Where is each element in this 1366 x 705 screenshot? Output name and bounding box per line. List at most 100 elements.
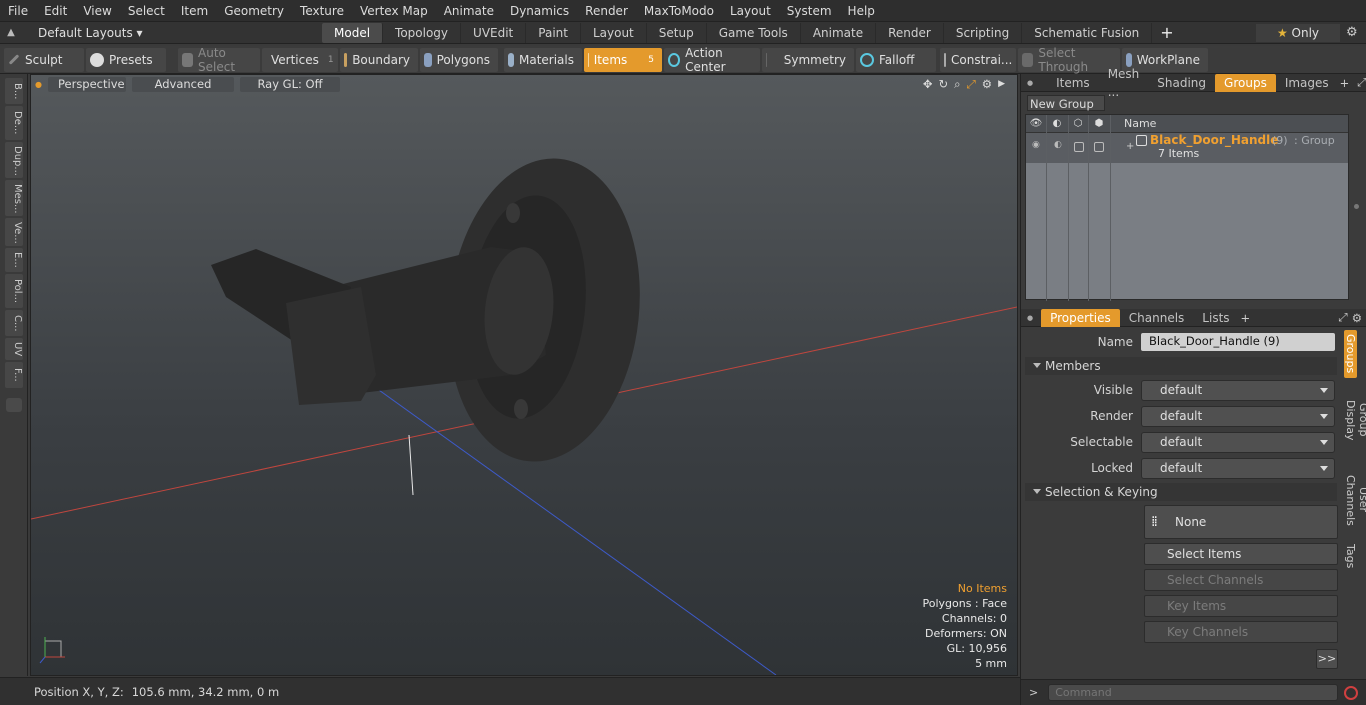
tab-schematic-fusion[interactable]: Schematic Fusion: [1022, 22, 1153, 43]
tab-layout[interactable]: Layout: [581, 22, 647, 43]
group-row[interactable]: ◉ ◐ + Black_Door_Handle (9) : Group 7 It…: [1026, 133, 1348, 163]
select-channels-button[interactable]: Select Channels: [1144, 569, 1338, 591]
none-button[interactable]: ⁞⁞ None: [1144, 505, 1338, 539]
menu-layout[interactable]: Layout: [722, 0, 779, 22]
polygons-button[interactable]: Polygons: [420, 47, 498, 72]
add-panel-tab-icon[interactable]: +: [1340, 76, 1350, 90]
visible-dropdown[interactable]: default: [1141, 379, 1335, 401]
props-gear-icon[interactable]: ⚙: [1352, 311, 1362, 325]
left-tool-deform[interactable]: De...: [5, 106, 23, 140]
list-scrollbar[interactable]: [1351, 114, 1363, 300]
default-layouts-selector[interactable]: Default Layouts ▾: [22, 26, 322, 40]
name-field[interactable]: Black_Door_Handle (9): [1141, 333, 1335, 351]
menu-dynamics[interactable]: Dynamics: [502, 0, 577, 22]
menu-animate[interactable]: Animate: [436, 0, 502, 22]
expand-panel-icon[interactable]: ⤢: [1357, 75, 1366, 90]
tab-properties[interactable]: Properties: [1041, 308, 1120, 327]
items-button[interactable]: Items 5: [584, 47, 662, 72]
tab-channels[interactable]: Channels: [1120, 309, 1194, 327]
gear-icon[interactable]: ⚙: [1346, 25, 1366, 40]
left-tool-uv[interactable]: UV: [5, 338, 23, 360]
row-checkbox[interactable]: [1074, 142, 1084, 152]
tab-setup[interactable]: Setup: [647, 22, 707, 43]
more-button[interactable]: >>: [1316, 649, 1338, 669]
side-tab-group-display[interactable]: Group Display: [1344, 380, 1366, 460]
selectable-dropdown[interactable]: default: [1141, 431, 1335, 453]
constrain-button[interactable]: Constrai...: [940, 47, 1016, 72]
add-tab-icon[interactable]: +: [1152, 23, 1181, 42]
symmetry-button[interactable]: Symmetry: [762, 47, 854, 72]
panel-menu-dot-icon[interactable]: ●: [1027, 79, 1033, 87]
tab-shading[interactable]: Shading: [1148, 74, 1215, 92]
menu-geometry[interactable]: Geometry: [216, 0, 292, 22]
menu-view[interactable]: View: [75, 0, 119, 22]
key-items-button[interactable]: Key Items: [1144, 595, 1338, 617]
select-cube-icon[interactable]: ⬢: [1088, 118, 1110, 129]
presets-button[interactable]: Presets: [86, 47, 166, 72]
new-group-button[interactable]: New Group: [1027, 95, 1105, 111]
left-tool-curve[interactable]: C...: [5, 310, 23, 336]
tab-animate[interactable]: Animate: [801, 22, 877, 43]
side-tab-user-channels[interactable]: User Channels: [1344, 460, 1366, 540]
tab-render[interactable]: Render: [876, 22, 944, 43]
menu-render[interactable]: Render: [577, 0, 636, 22]
selection-keying-section[interactable]: Selection & Keying: [1025, 483, 1337, 501]
props-menu-dot-icon[interactable]: ●: [1027, 314, 1033, 322]
lock-cube-icon[interactable]: ⬡: [1068, 118, 1088, 129]
tab-topology[interactable]: Topology: [383, 22, 462, 43]
vertices-button[interactable]: Vertices 1: [262, 47, 338, 72]
menu-file[interactable]: File: [0, 0, 36, 22]
tab-items[interactable]: Items: [1047, 74, 1099, 92]
sculpt-button[interactable]: Sculpt: [4, 47, 84, 72]
only-toggle[interactable]: ★ Only: [1256, 23, 1340, 42]
menu-texture[interactable]: Texture: [292, 0, 352, 22]
action-center-button[interactable]: Action Center: [664, 46, 760, 74]
menu-maxtomodo[interactable]: MaxToModo: [636, 0, 722, 22]
menu-item[interactable]: Item: [173, 0, 216, 22]
menu-help[interactable]: Help: [840, 0, 883, 22]
name-column-header[interactable]: Name: [1124, 117, 1156, 130]
visibility-eye-icon[interactable]: 👁: [1026, 118, 1046, 129]
falloff-button[interactable]: Falloff: [856, 47, 936, 72]
expand-props-icon[interactable]: ⤢: [1338, 310, 1347, 325]
left-tool-vertex[interactable]: Ve...: [5, 218, 23, 246]
tab-uvedit[interactable]: UVEdit: [461, 22, 527, 43]
side-tab-tags[interactable]: Tags: [1344, 540, 1357, 572]
record-icon[interactable]: [1344, 685, 1359, 700]
left-tool-fusion[interactable]: F...: [5, 362, 23, 388]
tab-model[interactable]: Model: [322, 22, 384, 43]
expand-plus-icon[interactable]: +: [1126, 141, 1134, 152]
left-tool-edge[interactable]: E...: [5, 248, 23, 272]
tab-scripting[interactable]: Scripting: [944, 22, 1023, 43]
add-props-tab-icon[interactable]: +: [1241, 311, 1251, 325]
3d-viewport[interactable]: ● Perspective Advanced Ray GL: Off ✥ ↻ ⌕…: [30, 74, 1018, 676]
tab-lists[interactable]: Lists: [1193, 309, 1238, 327]
left-tool-polygon[interactable]: Pol...: [5, 274, 23, 308]
left-tool-basic[interactable]: B...: [5, 78, 23, 104]
left-tool-expand[interactable]: [6, 398, 22, 412]
render-dropdown[interactable]: default: [1141, 405, 1335, 427]
left-tool-mesh[interactable]: Mes...: [5, 180, 23, 216]
select-items-button[interactable]: Select Items: [1144, 543, 1338, 565]
row-render-icon[interactable]: ◐: [1054, 140, 1062, 150]
side-tab-groups[interactable]: Groups: [1344, 330, 1357, 378]
tab-mesh[interactable]: Mesh ...: [1099, 65, 1149, 101]
boundary-button[interactable]: Boundary: [340, 47, 418, 72]
left-tool-duplicate[interactable]: Dup...: [5, 142, 23, 178]
members-section[interactable]: Members: [1025, 357, 1337, 375]
locked-dropdown[interactable]: default: [1141, 457, 1335, 479]
menu-edit[interactable]: Edit: [36, 0, 75, 22]
tab-paint[interactable]: Paint: [526, 22, 581, 43]
command-input[interactable]: [1048, 684, 1339, 701]
tab-groups[interactable]: Groups: [1215, 73, 1276, 92]
materials-button[interactable]: Materials: [504, 47, 582, 72]
key-channels-button[interactable]: Key Channels: [1144, 621, 1338, 643]
menu-select[interactable]: Select: [120, 0, 173, 22]
layout-arrow-icon[interactable]: ▲: [0, 27, 22, 38]
auto-select-button[interactable]: Auto Select: [178, 46, 260, 74]
menu-system[interactable]: System: [779, 0, 840, 22]
tab-images[interactable]: Images: [1276, 74, 1338, 92]
render-icon[interactable]: ◐: [1046, 118, 1068, 129]
row-eye-icon[interactable]: ◉: [1032, 140, 1040, 150]
tab-game-tools[interactable]: Game Tools: [707, 22, 801, 43]
